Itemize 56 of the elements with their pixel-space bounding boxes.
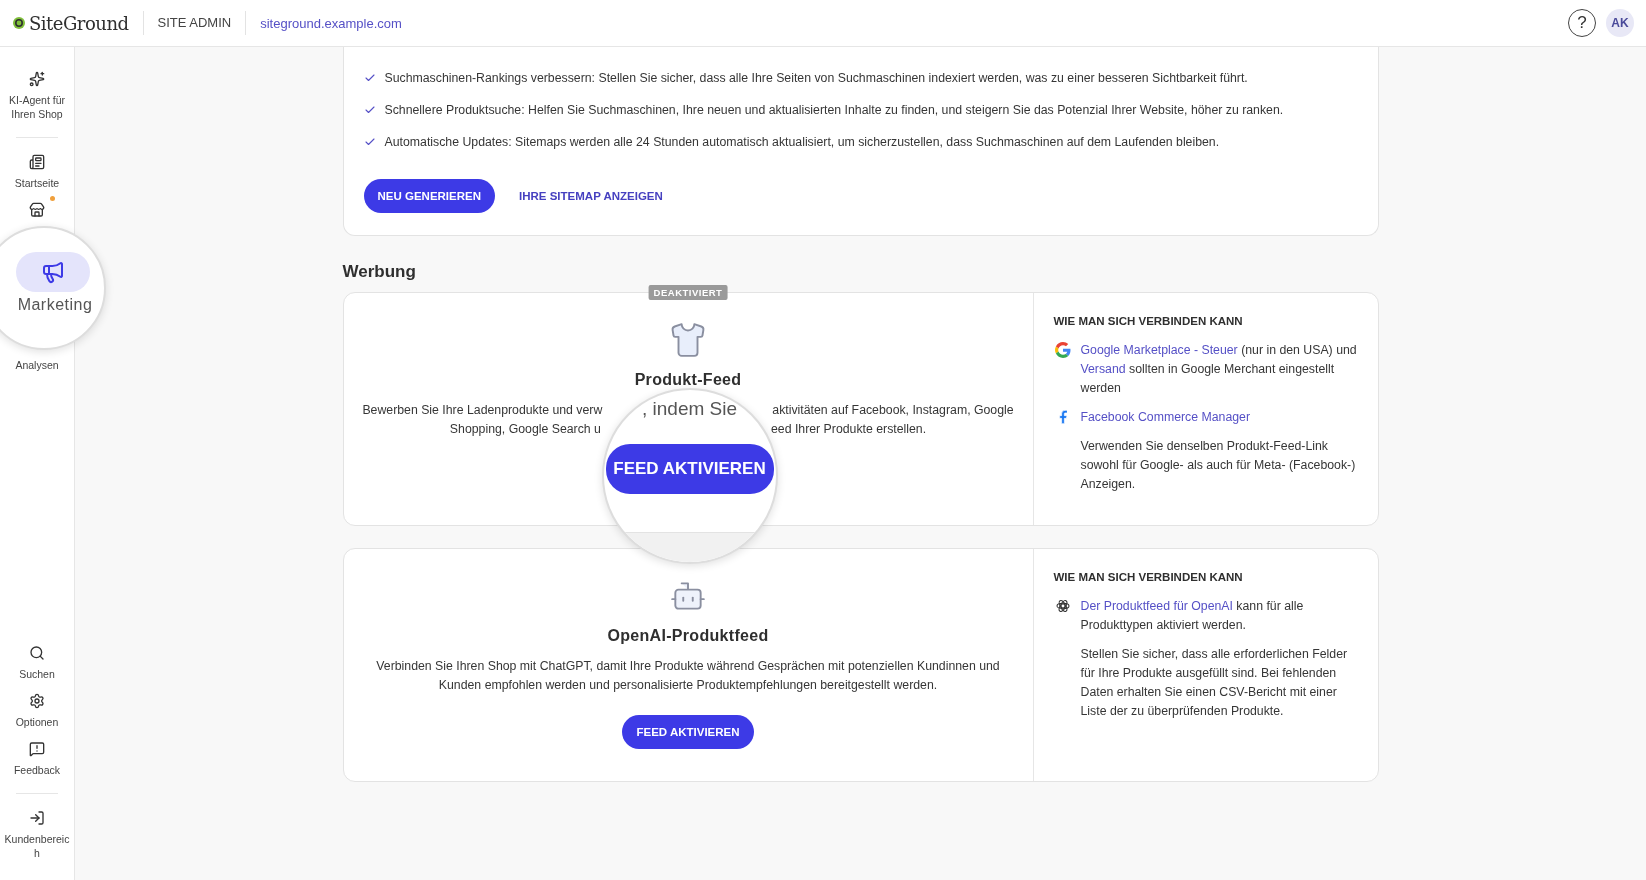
logo-icon xyxy=(12,16,26,30)
search-icon xyxy=(29,645,45,661)
description-text: aktivitäten auf Facebook, Instagram, Google xyxy=(772,402,1014,419)
sidebar-item[interactable]: Optionen xyxy=(1,687,73,735)
sidebar-item[interactable] xyxy=(16,252,90,292)
connect-heading: WIE MAN SICH VERBINDEN KANN xyxy=(1053,571,1244,583)
connect-text: Google Marketplace - Steuer (nur in den USA) und Versand sollten in Google Merchant eingestellt werden xyxy=(1080,342,1358,397)
section-label: SITE ADMIN xyxy=(143,11,247,35)
feed-title: Produkt-Feed xyxy=(634,371,742,389)
google-icon xyxy=(1054,342,1071,358)
sidebar-item[interactable]: KI-Agent für Ihren Shop xyxy=(1,65,73,127)
connect-link[interactable]: Versand xyxy=(1080,362,1126,376)
regenerate-button[interactable]: NEU GENERIEREN xyxy=(363,179,496,213)
logo[interactable]: SiteGround xyxy=(12,11,144,35)
activate-feed-button[interactable]: FEED AKTIVIEREN xyxy=(622,715,754,749)
sparkles-icon xyxy=(29,71,45,87)
knot-icon xyxy=(1054,598,1071,614)
megaphone-icon xyxy=(41,260,65,284)
store-icon xyxy=(29,202,45,218)
sidebar-item[interactable]: Suchen xyxy=(1,639,73,687)
sidebar-item[interactable]: Startseite xyxy=(1,148,73,196)
connect-link[interactable]: Der Produktfeed für OpenAI xyxy=(1080,599,1233,613)
view-sitemap-link[interactable]: IHRE SITEMAP ANZEIGEN xyxy=(519,190,663,202)
bullet-text: Automatische Updates: Sitemaps werden alle 24 Stunden automatisch aktualisiert, um sicherzustellen, dass Suchmaschinen auf dem Laufenden bleiben. xyxy=(384,135,1220,149)
sidebar-label: Marketing xyxy=(17,296,93,314)
description-text: Shopping, Google Search u xyxy=(449,421,601,438)
activate-feed-button[interactable]: FEED AKTIVIEREN xyxy=(605,444,774,494)
description-text: eed Ihrer Produkte erstellen. xyxy=(770,421,927,438)
status-badge: DEAKTIVIERT xyxy=(648,285,728,300)
section-heading: Werbung xyxy=(342,262,417,282)
check-icon xyxy=(363,104,376,116)
description-text: Bewerben Sie Ihre Ladenprodukte und verw xyxy=(362,402,603,419)
sidebar-item[interactable]: Kundenbereich xyxy=(1,804,73,866)
bullet-text: Suchmaschinen-Rankings verbessern: Stellen Sie sicher, dass alle Ihre Seiten von Suchmaschinen indexiert werden, was zu einer besseren Sichtbarkeit führt. xyxy=(384,71,1248,85)
connect-heading: WIE MAN SICH VERBINDEN KANN xyxy=(1053,315,1244,327)
connect-link[interactable]: Google Marketplace - Steuer xyxy=(1080,343,1238,357)
bullet-text: Schnellere Produktsuche: Helfen Sie Suchmaschinen, Ihre neuen und aktualisierten Inhalte zu finden, und steigern Sie das Potenzial Ihrer Website, höher zu ranken. xyxy=(384,103,1284,117)
connect-link[interactable]: Facebook Commerce Manager xyxy=(1080,410,1250,424)
domain-link[interactable]: siteground.example.com xyxy=(246,15,416,31)
description-text: , indem Sie xyxy=(641,398,737,420)
sign-in-icon xyxy=(29,810,45,826)
connect-text: Der Produktfeed für OpenAI kann für alle Produkttypen aktiviert werden. xyxy=(1080,598,1305,634)
settings-icon xyxy=(29,693,45,709)
feed-description: Verbinden Sie Ihren Shop mit ChatGPT, damit Ihre Produkte während Gesprächen mit potenziellen Kundinnen und Kunden empfohlen werden und personalisierte Produktempfehlungen bereitgestellt werden. xyxy=(375,658,1001,694)
shirt-icon xyxy=(669,321,707,359)
sidebar-item[interactable]: Analysen xyxy=(1,352,73,378)
help-button[interactable]: ? xyxy=(1568,9,1596,37)
connect-text: Verwenden Sie denselben Produkt-Feed-Link sowohl für Google- als auch für Meta- (Facebook-) Anzeigen. xyxy=(1080,438,1357,493)
feedback-icon xyxy=(29,741,45,757)
sidebar-item[interactable]: Feedback xyxy=(1,735,73,783)
avatar-button[interactable]: AK xyxy=(1606,9,1634,37)
check-icon xyxy=(363,136,376,148)
check-icon xyxy=(363,72,376,84)
connect-text: Stellen Sie sicher, dass alle erforderlichen Felder für Ihre Produkte ausgefüllt sind. Bei fehlenden Daten erhalten Sie einen CSV-Bericht mit einer Liste der zu überprüfenden Produkte. xyxy=(1080,646,1349,720)
newspaper-icon xyxy=(29,154,45,170)
feed-title: OpenAI-Produktfeed xyxy=(607,627,769,645)
